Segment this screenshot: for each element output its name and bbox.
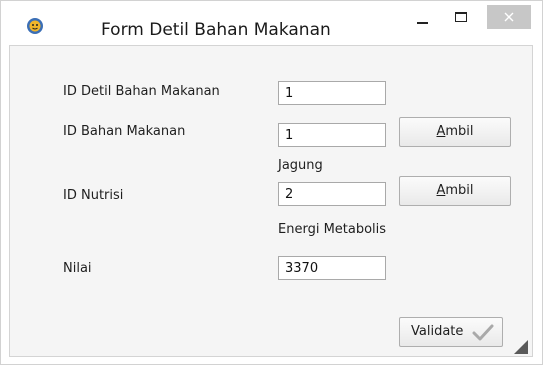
- form-body: ID Detil Bahan Makanan ID Bahan Makanan …: [9, 45, 533, 357]
- validate-label: Validate: [411, 324, 464, 339]
- label-nilai: Nilai: [63, 261, 92, 276]
- ambil-bahan-label: mbil: [445, 124, 474, 139]
- id-nutrisi-input[interactable]: [278, 182, 386, 206]
- title-bar[interactable]: Form Detil Bahan Makanan: [1, 1, 542, 45]
- label-id-detil: ID Detil Bahan Makanan: [63, 84, 220, 99]
- window-title: Form Detil Bahan Makanan: [101, 20, 331, 40]
- ambil-bahan-button[interactable]: Ambil: [399, 117, 511, 147]
- id-detil-input[interactable]: [278, 81, 386, 105]
- ambil-nutrisi-label: mbil: [445, 183, 474, 198]
- close-button[interactable]: [487, 5, 531, 29]
- minimize-button[interactable]: [410, 5, 436, 31]
- form-window: Form Detil Bahan Makanan ID Detil Bahan …: [0, 0, 543, 365]
- app-gear-face-icon: [27, 18, 43, 34]
- validate-button[interactable]: Validate: [399, 317, 503, 347]
- nilai-input[interactable]: [278, 256, 386, 280]
- label-id-bahan: ID Bahan Makanan: [63, 124, 186, 139]
- close-icon: [504, 12, 514, 22]
- bahan-name-text: Jagung: [278, 158, 323, 173]
- id-bahan-input[interactable]: [278, 123, 386, 147]
- maximize-button[interactable]: [449, 5, 475, 31]
- label-id-nutrisi: ID Nutrisi: [63, 188, 124, 203]
- ambil-nutrisi-button[interactable]: Ambil: [399, 176, 511, 206]
- checkmark-icon: [472, 324, 494, 341]
- nutrisi-name-text: Energi Metabolis: [278, 222, 387, 237]
- resize-grip-icon[interactable]: [514, 340, 528, 354]
